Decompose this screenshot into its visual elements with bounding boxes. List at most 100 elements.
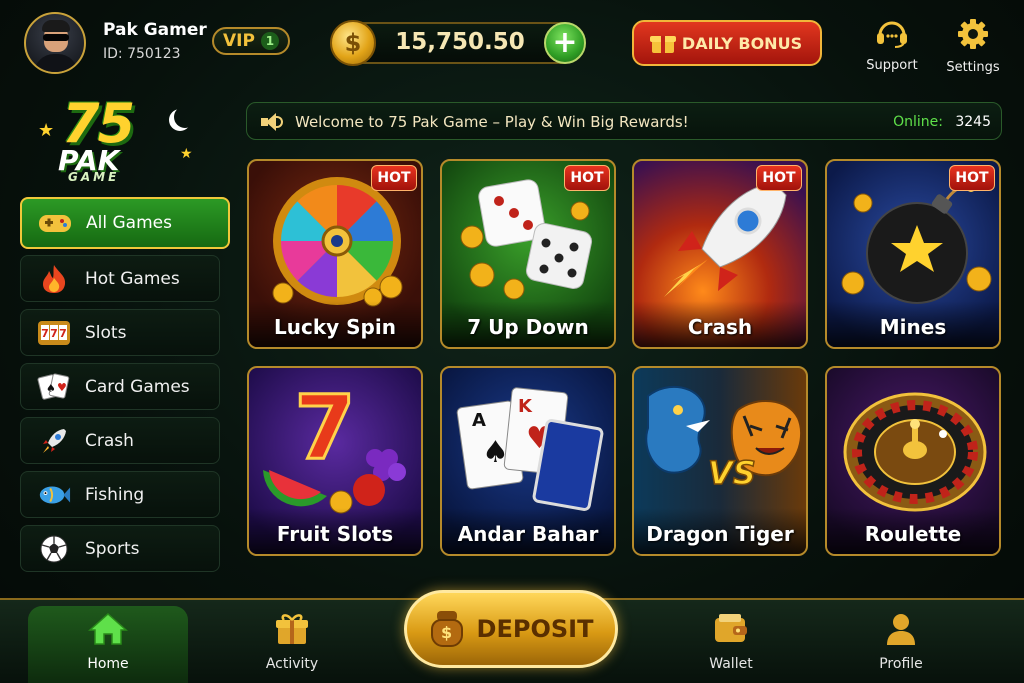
player-id: ID: 750123 [103, 46, 181, 62]
daily-bonus-label: DAILY BONUS [681, 33, 803, 53]
game-title: 7 Up Down [442, 301, 614, 347]
playing-cards-icon: A ♠ K ♥ [456, 387, 604, 511]
speaker-icon [261, 113, 283, 131]
game-title: Lucky Spin [249, 301, 421, 347]
sidebar-item-all-games[interactable]: All Games [20, 197, 230, 249]
soccer-ball-icon [37, 534, 71, 564]
game-card-roulette[interactable]: Roulette [825, 366, 1001, 556]
deposit-button[interactable]: $ DEPOSIT [404, 590, 618, 668]
game-card-7-up-down[interactable]: HOT 7 Up Down [440, 159, 616, 349]
sidebar-item-label: Slots [85, 322, 127, 343]
sidebar-item-card-games[interactable]: ♠ ♥ Card Games [20, 363, 220, 410]
rocket-icon [37, 426, 71, 456]
vip-level: 1 [260, 32, 279, 50]
nav-wallet[interactable]: Wallet [676, 612, 786, 672]
home-icon [88, 612, 128, 645]
hot-badge: HOT [949, 165, 995, 191]
sidebar-item-label: Sports [85, 538, 140, 559]
sidebar-item-hot-games[interactable]: Hot Games [20, 255, 220, 302]
vip-badge[interactable]: VIP 1 [212, 27, 290, 55]
game-card-mines[interactable]: HOT Mines [825, 159, 1001, 349]
dragon-tiger-icon: VS [645, 386, 803, 493]
svg-text:K: K [518, 396, 533, 417]
sidebar-item-crash[interactable]: Crash [20, 417, 220, 464]
game-card-dragon-tiger[interactable]: VS Dragon Tiger [632, 366, 808, 556]
dice-icon [460, 179, 593, 300]
star-icon: ★ [38, 120, 55, 141]
dollar-coin-icon: $ [330, 20, 376, 66]
plus-icon: + [552, 25, 578, 60]
avatar[interactable] [24, 12, 86, 74]
crescent-moon-icon [174, 106, 196, 128]
svg-text:A: A [472, 410, 486, 431]
nav-label: Home [87, 656, 129, 672]
gift-icon [649, 33, 676, 53]
add-funds-button[interactable]: + [544, 22, 586, 64]
vs-text: VS [708, 454, 756, 492]
wallet-icon [715, 614, 747, 642]
settings-button[interactable]: Settings [941, 18, 1005, 75]
support-button[interactable]: Support [860, 18, 924, 73]
bomb-icon [841, 182, 992, 304]
game-title: Crash [634, 301, 806, 347]
flame-icon [37, 264, 71, 294]
fish-icon [37, 480, 71, 510]
slot-machine-icon: 777 [37, 318, 71, 348]
game-card-lucky-spin[interactable]: HOT Lucky Spin [247, 159, 423, 349]
sidebar-item-label: Hot Games [85, 268, 180, 289]
vip-label: VIP [223, 31, 255, 51]
support-label: Support [866, 58, 918, 73]
daily-bonus-button[interactable]: DAILY BONUS [632, 20, 822, 66]
hot-badge: HOT [756, 165, 802, 191]
sidebar-item-slots[interactable]: 777 Slots [20, 309, 220, 356]
sidebar-item-label: Fishing [85, 484, 145, 505]
sidebar-item-fishing[interactable]: Fishing [20, 471, 220, 518]
game-title: Andar Bahar [442, 508, 614, 554]
game-card-andar-bahar[interactable]: A ♠ K ♥ Andar Bahar [440, 366, 616, 556]
nav-home[interactable]: Home [53, 612, 163, 672]
gift-icon [276, 614, 308, 644]
top-bar: Pak Gamer ID: 750123 VIP 1 $ 15,750.50 +… [0, 0, 1024, 86]
svg-text:7: 7 [50, 327, 58, 340]
announcement-bar: Welcome to 75 Pak Game – Play & Win Big … [246, 102, 1002, 140]
nav-label: Profile [879, 656, 923, 672]
sidebar-item-label: Card Games [85, 376, 190, 397]
player-name: Pak Gamer [103, 20, 207, 40]
fruit-slots-icon: 7 [263, 378, 406, 514]
game-logo: ★ ★ 75 PAK GAME [22, 92, 212, 188]
online-label: Online: [893, 114, 943, 130]
money-bag-icon: $ [429, 611, 465, 647]
roulette-wheel-icon [843, 392, 987, 512]
svg-text:7: 7 [294, 378, 355, 479]
game-title: Roulette [827, 508, 999, 554]
svg-text:♠: ♠ [46, 382, 56, 395]
nav-label: Wallet [709, 656, 753, 672]
playing-cards-icon: ♠ ♥ [37, 372, 71, 402]
sidebar-item-label: All Games [86, 213, 172, 233]
balance-value: 15,750.50 [395, 29, 525, 55]
deposit-label: DEPOSIT [476, 615, 594, 643]
game-title: Mines [827, 301, 999, 347]
online-count: 3245 [955, 114, 991, 130]
gamepad-icon [38, 208, 72, 238]
settings-label: Settings [946, 60, 1000, 75]
game-card-crash[interactable]: HOT Crash [632, 159, 808, 349]
nav-activity[interactable]: Activity [237, 612, 347, 672]
headset-icon [877, 21, 907, 48]
user-icon [887, 614, 915, 645]
hot-badge: HOT [371, 165, 417, 191]
gear-icon [958, 19, 988, 49]
hot-badge: HOT [564, 165, 610, 191]
nav-profile[interactable]: Profile [846, 612, 956, 672]
sidebar-item-label: Crash [85, 430, 134, 451]
star-icon: ★ [180, 146, 193, 162]
svg-text:♥: ♥ [57, 381, 67, 394]
logo-subtitle: GAME [68, 170, 120, 184]
announcement-text: Welcome to 75 Pak Game – Play & Win Big … [295, 113, 689, 131]
game-card-fruit-slots[interactable]: 7 Fruit Slots [247, 366, 423, 556]
game-title: Dragon Tiger [634, 508, 806, 554]
sidebar-item-sports[interactable]: Sports [20, 525, 220, 572]
nav-label: Activity [265, 656, 319, 672]
svg-text:7: 7 [41, 327, 49, 340]
game-title: Fruit Slots [249, 508, 421, 554]
